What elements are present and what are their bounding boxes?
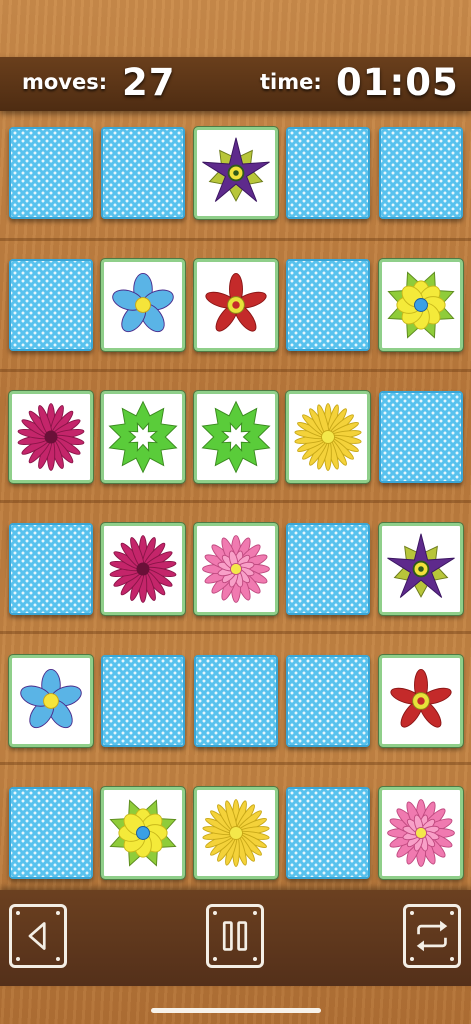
card-face-up-magenta-daisy[interactable] (8, 390, 94, 484)
card-face-down[interactable] (101, 127, 185, 219)
yellow-green-flower-icon (109, 799, 177, 867)
yellow-daisy-icon (294, 403, 362, 471)
hud-bar: moves: 27 time: 01:05 (0, 57, 471, 111)
yellow-green-flower-icon (387, 271, 455, 339)
card-face-down[interactable] (9, 259, 93, 351)
moves-counter: 27 (122, 61, 176, 104)
magenta-daisy-icon (109, 535, 177, 603)
card-face-down[interactable] (286, 655, 370, 747)
green-flower-icon (201, 400, 271, 474)
card-face-down[interactable] (379, 127, 463, 219)
card-face-down[interactable] (286, 787, 370, 879)
card-face-up-pink-daisy[interactable] (193, 522, 279, 616)
card-face-up-yellow-green-flower[interactable] (100, 786, 186, 880)
time-label: time: (260, 70, 322, 94)
card-face-down[interactable] (286, 523, 370, 615)
blue-flower-icon (112, 272, 174, 333)
magenta-daisy-icon (17, 403, 85, 471)
star-flower-purple-icon (387, 533, 455, 598)
restart-button[interactable] (403, 904, 461, 968)
card-face-down[interactable] (379, 391, 463, 483)
time-counter: 01:05 (336, 61, 459, 104)
red-flower-icon (390, 668, 452, 728)
card-face-down[interactable] (9, 787, 93, 879)
card-face-up-red-flower[interactable] (193, 258, 279, 352)
card-face-up-green-flower[interactable] (193, 390, 279, 484)
card-face-down[interactable] (286, 259, 370, 351)
game-board (0, 0, 471, 1024)
home-indicator[interactable] (151, 1008, 321, 1013)
card-face-down[interactable] (101, 655, 185, 747)
card-face-up-blue-flower[interactable] (100, 258, 186, 352)
star-flower-purple-icon (202, 137, 270, 202)
card-face-down[interactable] (9, 127, 93, 219)
yellow-daisy-icon (202, 799, 270, 867)
card-face-down[interactable] (286, 127, 370, 219)
card-face-down[interactable] (9, 523, 93, 615)
card-face-up-green-flower[interactable] (100, 390, 186, 484)
card-face-up-magenta-daisy[interactable] (100, 522, 186, 616)
pause-button[interactable] (206, 904, 264, 968)
card-face-up-yellow-green-flower[interactable] (378, 258, 464, 352)
pause-icon (222, 921, 248, 951)
back-arrow-icon (28, 922, 46, 950)
card-face-down[interactable] (194, 655, 278, 747)
card-face-up-pink-daisy[interactable] (378, 786, 464, 880)
card-face-up-star-flower-purple[interactable] (378, 522, 464, 616)
red-flower-icon (205, 272, 267, 332)
card-face-up-red-flower[interactable] (378, 654, 464, 748)
card-face-up-yellow-daisy[interactable] (193, 786, 279, 880)
restart-icon (416, 920, 448, 952)
pink-daisy-icon (387, 799, 455, 867)
card-face-up-yellow-daisy[interactable] (285, 390, 371, 484)
pink-daisy-icon (202, 535, 270, 603)
green-flower-icon (108, 400, 178, 474)
back-button[interactable] (9, 904, 67, 968)
card-face-up-blue-flower[interactable] (8, 654, 94, 748)
moves-label: moves: (22, 70, 108, 94)
blue-flower-icon (20, 668, 82, 729)
card-face-up-star-flower-purple[interactable] (193, 126, 279, 220)
